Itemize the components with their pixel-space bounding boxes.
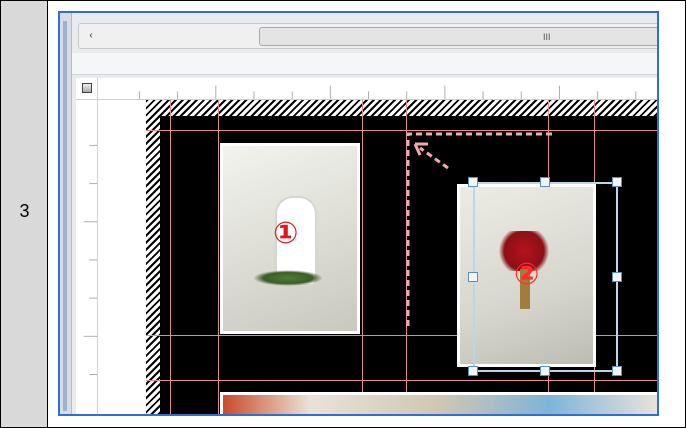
step-number-cell: 3 — [1, 1, 48, 427]
resize-handle-top-right[interactable] — [612, 177, 622, 187]
photo-frame-3[interactable] — [220, 392, 657, 414]
resize-handle-bottom-left[interactable] — [468, 366, 478, 376]
horizontal-scrollbar[interactable]: ‹ III — [78, 23, 657, 49]
scrollbar-grip: III — [543, 32, 551, 42]
scrollbar-thumb[interactable]: III — [259, 27, 657, 46]
guide-line-vertical[interactable] — [362, 100, 363, 414]
editor-screenshot: ‹ III ① ② — [58, 11, 659, 416]
resize-handle-top-left[interactable] — [468, 177, 478, 187]
ruler-corner[interactable] — [76, 78, 98, 100]
step-number: 3 — [19, 201, 30, 221]
margin-hatch-top — [146, 100, 657, 116]
resize-handle-top[interactable] — [540, 177, 550, 187]
guide-line-vertical[interactable] — [170, 100, 171, 414]
resize-handle-left[interactable] — [468, 272, 478, 282]
selection-border — [473, 182, 618, 372]
ruler-corner-icon[interactable] — [82, 83, 92, 93]
margin-hatch-left — [146, 100, 160, 414]
guide-line-horizontal[interactable] — [146, 130, 657, 131]
resize-handle-bottom-right[interactable] — [612, 366, 622, 376]
guide-line-vertical[interactable] — [218, 100, 219, 414]
vertical-ruler — [76, 100, 98, 414]
toolbar-separator — [72, 53, 657, 75]
selection-frame[interactable] — [468, 177, 622, 376]
left-panel-edge — [60, 13, 72, 414]
chevron-left-icon[interactable]: ‹ — [83, 28, 99, 44]
resize-handle-right[interactable] — [612, 272, 622, 282]
guide-line-vertical[interactable] — [406, 100, 407, 414]
ivy-leaves — [253, 270, 323, 286]
horizontal-ruler — [98, 78, 657, 100]
resize-handle-bottom[interactable] — [540, 366, 550, 376]
photo-number-badge: ① — [273, 216, 299, 251]
guide-line-horizontal[interactable] — [146, 380, 657, 381]
photo-frame-1[interactable]: ① — [220, 143, 360, 334]
